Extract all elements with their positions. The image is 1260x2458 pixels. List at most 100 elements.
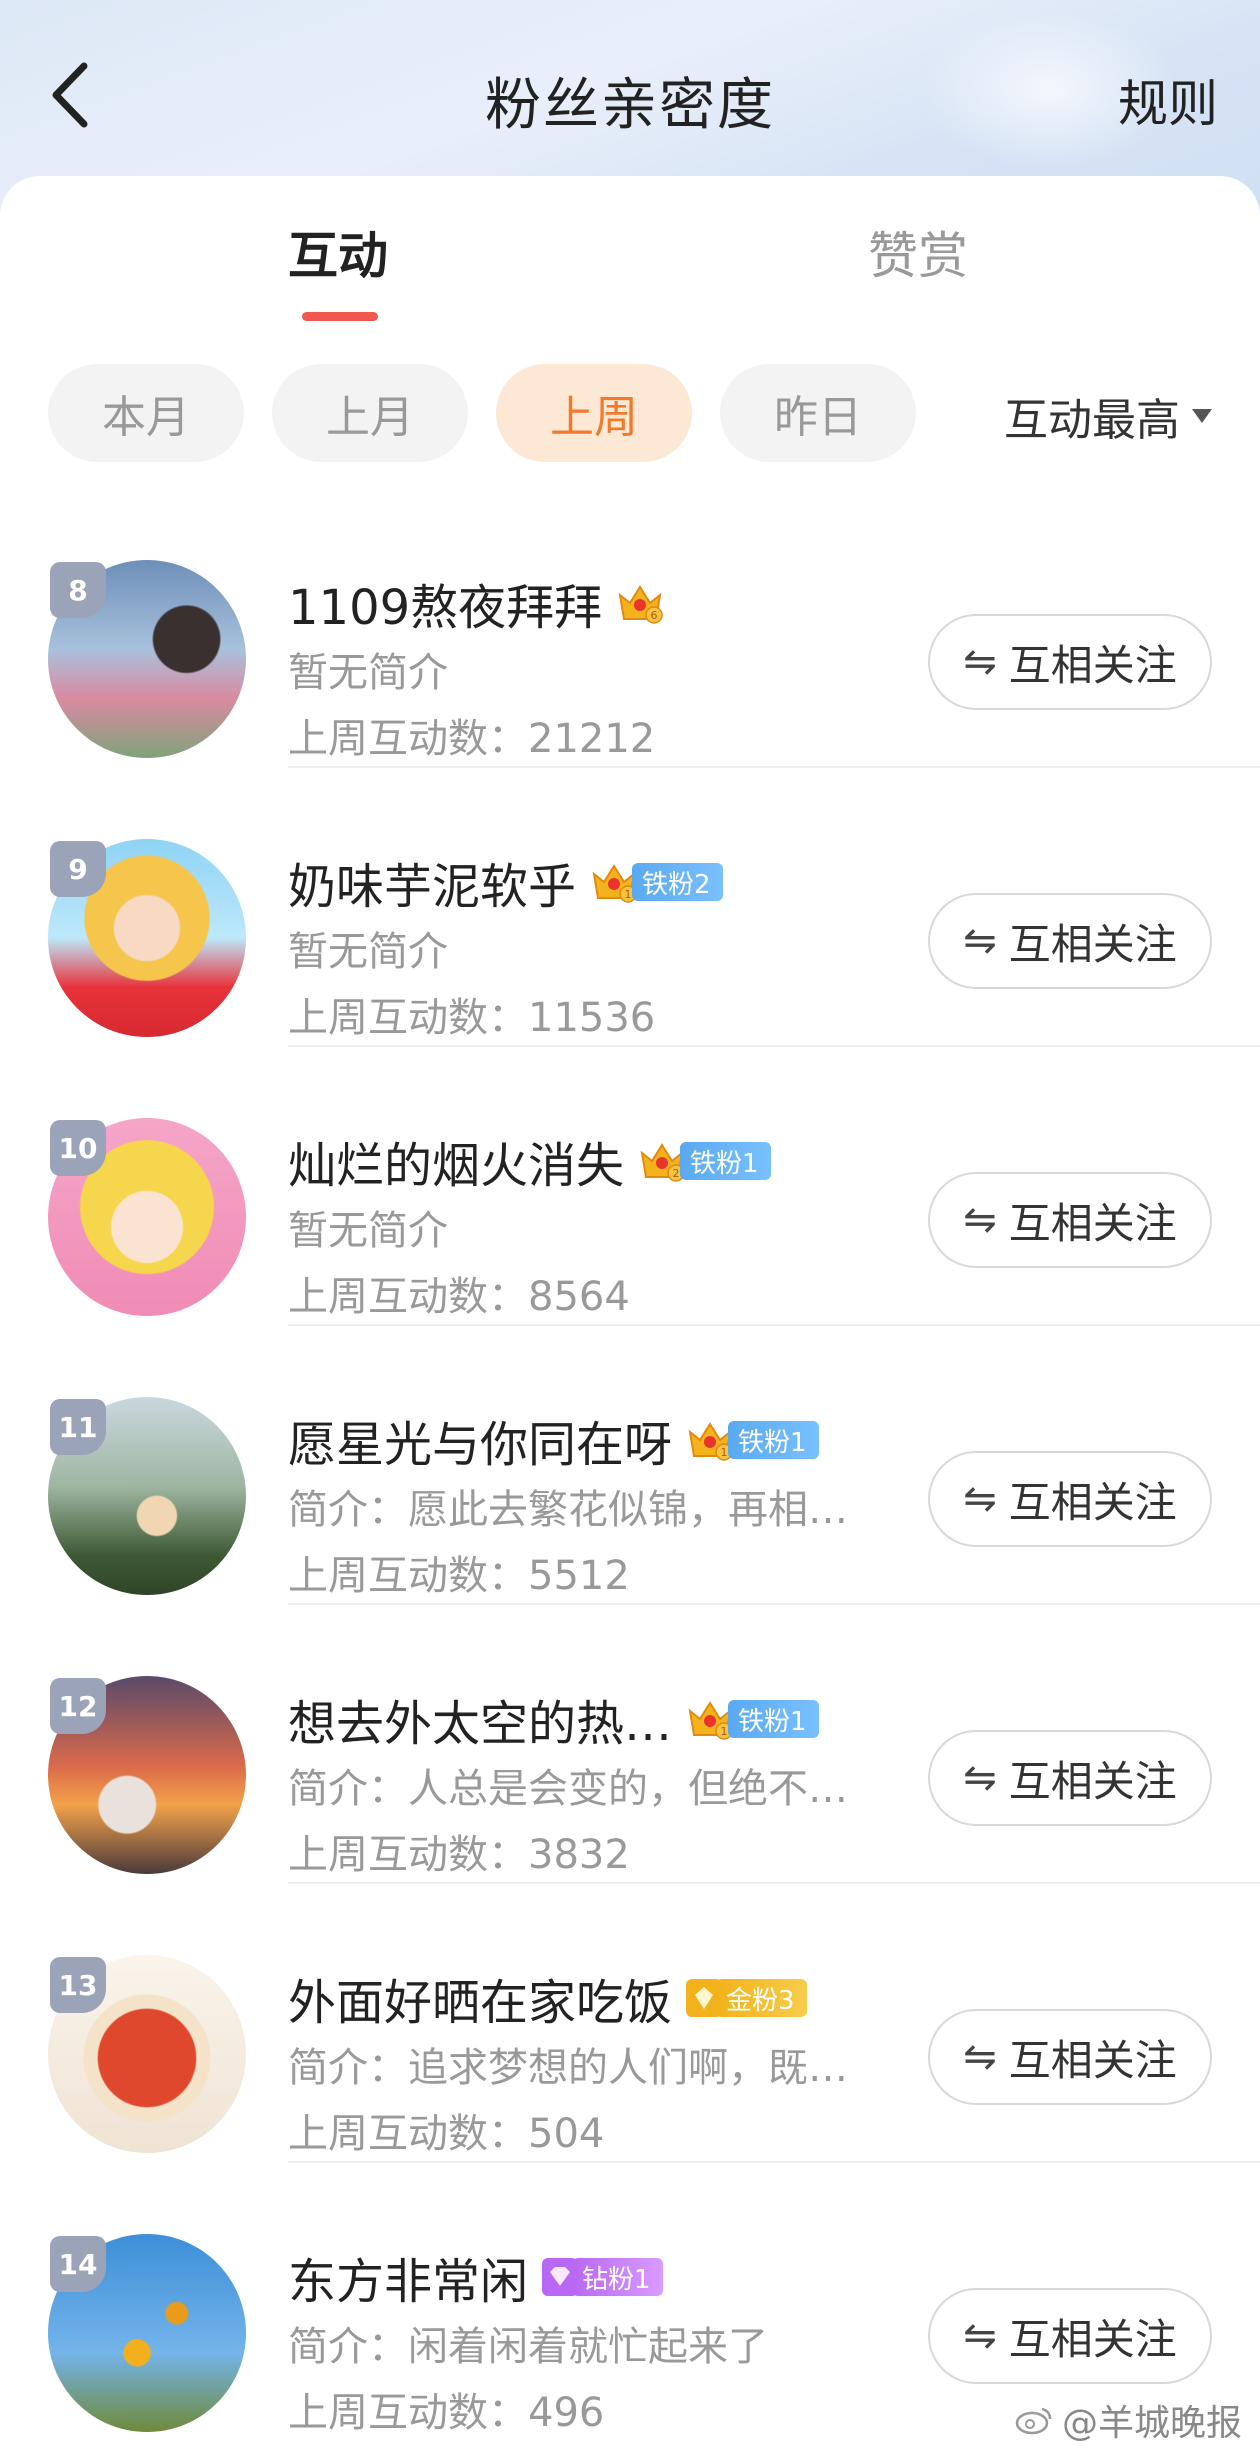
rank-badge: 9	[50, 841, 106, 897]
filter-this-month[interactable]: 本月	[48, 364, 244, 462]
user-row[interactable]: 8 1109熬夜拜拜 6 暂无简介上周互动数：21212 ⇋ 互相关注	[0, 520, 1260, 800]
sort-label: 互动最高	[1004, 395, 1180, 446]
user-bio: 暂无简介	[288, 929, 448, 975]
rules-link[interactable]: 规则	[1118, 64, 1218, 136]
follow-label: 互相关注	[1008, 919, 1177, 969]
fan-level-badge: 2 铁粉1	[638, 1139, 771, 1183]
fan-level-badge: 1 铁粉2	[590, 860, 723, 904]
fan-tag: 铁粉2	[632, 863, 723, 901]
mutual-follow-button[interactable]: ⇋ 互相关注	[928, 2009, 1212, 2105]
user-row[interactable]: 10 灿烂的烟火消失 2 铁粉1 暂无简介上周互动数：8564 ⇋ 互相关注	[0, 1078, 1260, 1358]
row-divider	[288, 1045, 1260, 1047]
interaction-count: 上周互动数：3832	[288, 1832, 630, 1878]
user-name[interactable]: 东方非常闲	[288, 2242, 528, 2312]
svg-text:2: 2	[673, 1167, 680, 1180]
row-divider	[288, 766, 1260, 768]
user-bio: 暂无简介	[288, 1208, 448, 1254]
row-divider	[288, 1603, 1260, 1605]
mutual-follow-button[interactable]: ⇋ 互相关注	[928, 1451, 1212, 1547]
tab-interaction[interactable]: 互动	[288, 216, 388, 288]
interaction-count: 上周互动数：496	[288, 2390, 605, 2436]
mutual-follow-button[interactable]: ⇋ 互相关注	[928, 893, 1212, 989]
mutual-follow-icon: ⇋	[963, 918, 997, 964]
user-name-line: 1109熬夜拜拜 6	[288, 568, 664, 638]
user-row[interactable]: 12 想去外太空的热… 1 铁粉1 简介：人总是会变的，但绝不… 上周互动数：3832 ⇋ 互…	[0, 1636, 1260, 1916]
mutual-follow-icon: ⇋	[963, 2313, 997, 2359]
fan-level-badge: 6	[616, 581, 664, 625]
crown-icon: 1	[688, 1422, 733, 1461]
user-name[interactable]: 愿星光与你同在呀	[288, 1405, 672, 1475]
page-title: 粉丝亲密度	[485, 73, 775, 138]
fan-level-badge: 1 铁粉1	[686, 1418, 819, 1462]
user-row[interactable]: 9 奶味芋泥软乎 1 铁粉2 暂无简介上周互动数：11536 ⇋ 互相关注	[0, 799, 1260, 1079]
filter-last-month[interactable]: 上月	[272, 364, 468, 462]
mutual-follow-icon: ⇋	[963, 1197, 997, 1243]
navigation-bar: 粉丝亲密度 规则	[0, 0, 1260, 180]
row-divider	[288, 1324, 1260, 1326]
user-name[interactable]: 想去外太空的热…	[288, 1684, 672, 1754]
user-row[interactable]: 11 愿星光与你同在呀 1 铁粉1 简介：愿此去繁花似锦，再相… 上周互动数：5512 ⇋ 互…	[0, 1357, 1260, 1637]
interaction-count: 上周互动数：11536	[288, 995, 656, 1041]
sort-dropdown[interactable]: 互动最高	[1004, 384, 1212, 448]
tab-bar: 互动 赞赏	[0, 216, 1260, 326]
rank-badge: 10	[50, 1120, 106, 1176]
fan-tag: 钻粉1	[572, 2258, 663, 2296]
mutual-follow-icon: ⇋	[963, 1755, 997, 1801]
user-name-line: 奶味芋泥软乎 1 铁粉2	[288, 847, 723, 917]
user-bio: 暂无简介	[288, 650, 448, 696]
interaction-count: 上周互动数：8564	[288, 1274, 630, 1320]
svg-text:1: 1	[625, 888, 632, 901]
mutual-follow-button[interactable]: ⇋ 互相关注	[928, 614, 1212, 710]
interaction-count: 上周互动数：21212	[288, 716, 656, 762]
user-bio: 简介：人总是会变的，但绝不…	[288, 1766, 848, 1812]
user-name-line: 愿星光与你同在呀 1 铁粉1	[288, 1405, 819, 1475]
svg-text:6: 6	[651, 609, 658, 622]
tab-appreciation[interactable]: 赞赏	[868, 216, 968, 288]
filter-yesterday[interactable]: 昨日	[720, 364, 916, 462]
rank-badge: 12	[50, 1678, 106, 1734]
rank-badge: 13	[50, 1957, 106, 2013]
user-name-line: 灿烂的烟火消失 2 铁粉1	[288, 1126, 771, 1196]
follow-label: 互相关注	[1008, 2035, 1177, 2085]
mutual-follow-icon: ⇋	[963, 639, 997, 685]
rank-badge: 8	[50, 562, 106, 618]
svg-text:1: 1	[721, 1725, 728, 1738]
caret-down-icon	[1192, 409, 1212, 423]
user-name[interactable]: 外面好晒在家吃饭	[288, 1963, 672, 2033]
follow-label: 互相关注	[1008, 1477, 1177, 1527]
fan-level-badge: 钻粉1	[542, 2255, 663, 2299]
user-bio: 简介：追求梦想的人们啊，既…	[288, 2045, 848, 2091]
user-name-line: 想去外太空的热… 1 铁粉1	[288, 1684, 819, 1754]
filter-last-week[interactable]: 上周	[496, 364, 692, 462]
interaction-count: 上周互动数：504	[288, 2111, 605, 2157]
user-name[interactable]: 灿烂的烟火消失	[288, 1126, 624, 1196]
user-name[interactable]: 奶味芋泥软乎	[288, 847, 576, 917]
follow-label: 互相关注	[1008, 640, 1177, 690]
row-divider	[288, 2161, 1260, 2163]
row-divider	[288, 1882, 1260, 1884]
fan-tag: 铁粉1	[728, 1421, 819, 1459]
fan-tag: 铁粉1	[680, 1142, 771, 1180]
mutual-follow-button[interactable]: ⇋ 互相关注	[928, 1730, 1212, 1826]
crown-icon: 1	[592, 864, 637, 903]
user-bio: 简介：愿此去繁花似锦，再相…	[288, 1487, 848, 1533]
user-name-line: 外面好晒在家吃饭 金粉3	[288, 1963, 807, 2033]
watermark: @羊城晚报	[1014, 2394, 1242, 2446]
rank-badge: 11	[50, 1399, 106, 1455]
weibo-icon	[1015, 2407, 1052, 2435]
mutual-follow-icon: ⇋	[963, 2034, 997, 2080]
crown-icon: 1	[688, 1701, 733, 1740]
user-row[interactable]: 13 外面好晒在家吃饭 金粉3 简介：追求梦想的人们啊，既… 上周互动数：504 ⇋ 互相关…	[0, 1915, 1260, 2195]
fan-level-badge: 金粉3	[686, 1976, 807, 2020]
follow-label: 互相关注	[1008, 2314, 1177, 2364]
follow-label: 互相关注	[1008, 1756, 1177, 1806]
time-filter-bar: 本月 上月 上周 昨日 互动最高	[0, 364, 1260, 464]
watermark-text: @羊城晚报	[1061, 2403, 1242, 2444]
mutual-follow-button[interactable]: ⇋ 互相关注	[928, 2288, 1212, 2384]
mutual-follow-button[interactable]: ⇋ 互相关注	[928, 1172, 1212, 1268]
follow-label: 互相关注	[1008, 1198, 1177, 1248]
crown-icon: 2	[640, 1143, 685, 1182]
mutual-follow-icon: ⇋	[963, 1476, 997, 1522]
user-name[interactable]: 1109熬夜拜拜	[288, 568, 602, 638]
active-tab-indicator	[302, 312, 378, 321]
